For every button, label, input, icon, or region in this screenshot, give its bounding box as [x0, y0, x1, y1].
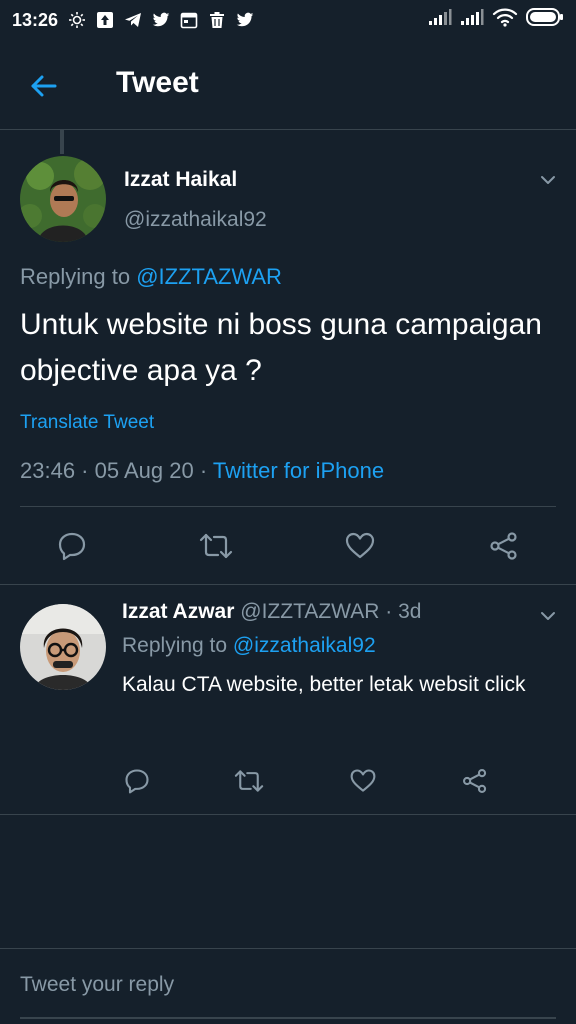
author-name[interactable]: Izzat Haikal: [124, 168, 237, 192]
retweet-button[interactable]: [232, 764, 266, 798]
author-handle[interactable]: @izzathaikal92: [124, 208, 267, 232]
tweet-date: 05 Aug 20: [94, 458, 194, 483]
back-button[interactable]: [26, 68, 62, 104]
replying-to: Replying to @izzathaikal92: [122, 634, 376, 658]
tweet-time: 23:46: [20, 458, 76, 483]
thread-line: [60, 130, 64, 154]
tweet-menu-button[interactable]: [536, 168, 560, 192]
arrow-left-icon: [31, 75, 57, 97]
status-left: 13:26: [12, 10, 254, 31]
reply-icon: [125, 769, 149, 794]
upload-icon: [96, 11, 114, 29]
page-title: Tweet: [116, 66, 199, 99]
reply-icon: [58, 532, 86, 561]
divider: [0, 584, 576, 585]
reply-age: 3d: [398, 600, 422, 623]
reply-text: Kalau CTA website, better letak websit c…: [122, 673, 526, 696]
meta-separator: ·: [193, 458, 213, 483]
replying-to-link[interactable]: @izzathaikal92: [233, 634, 376, 657]
share-button[interactable]: [458, 764, 492, 798]
status-time: 13:26: [12, 9, 59, 30]
reply-button[interactable]: [54, 528, 90, 564]
reply-header: Izzat Azwar @IZZTAZWAR · 3d: [122, 600, 421, 624]
chevron-down-icon: [541, 612, 555, 620]
signal-icon: [460, 8, 484, 32]
tweet-actions: [0, 522, 576, 572]
chevron-down-icon: [541, 176, 555, 184]
share-button[interactable]: [486, 528, 522, 564]
like-button[interactable]: [342, 528, 378, 564]
wifi-icon: [492, 7, 518, 33]
tweet-text: Untuk website ni boss guna campaigan obj…: [20, 308, 542, 387]
telegram-icon: [124, 11, 142, 29]
retweet-icon: [199, 533, 233, 559]
retweet-button[interactable]: [198, 528, 234, 564]
reply-button[interactable]: [120, 764, 154, 798]
reply-composer: Tweet your reply: [0, 948, 576, 1024]
header: Tweet: [0, 40, 576, 130]
share-icon: [463, 769, 487, 793]
divider: [0, 814, 576, 815]
replying-prefix: Replying to: [20, 264, 137, 289]
heart-icon: [345, 532, 375, 559]
replying-to-link[interactable]: @IZZTAZWAR: [136, 264, 282, 289]
tweet-meta: 23:46 · 05 Aug 20 · Twitter for iPhone: [20, 458, 384, 484]
input-underline: [20, 1017, 556, 1019]
reply-input[interactable]: Tweet your reply: [20, 973, 174, 997]
tweet-menu-button[interactable]: [536, 604, 560, 628]
tweet-source-link[interactable]: Twitter for iPhone: [213, 458, 384, 483]
status-right: [428, 7, 564, 33]
twitter-icon: [152, 11, 170, 29]
calendar-icon: [180, 11, 198, 29]
replying-to: Replying to @IZZTAZWAR: [20, 264, 282, 290]
translate-tweet-link[interactable]: Translate Tweet: [20, 412, 154, 434]
avatar[interactable]: [20, 156, 106, 242]
trash-icon: [208, 11, 226, 29]
avatar[interactable]: [20, 604, 106, 690]
signal-icon: [428, 8, 452, 32]
battery-icon: [526, 7, 564, 33]
twitter-icon: [236, 11, 254, 29]
heart-icon: [350, 769, 376, 792]
meta-separator: ·: [379, 600, 399, 623]
reply-author-name[interactable]: Izzat Azwar: [122, 600, 234, 623]
meta-separator: ·: [75, 458, 95, 483]
brightness-icon: [68, 11, 86, 29]
share-icon: [490, 532, 517, 560]
status-bar: 13:26: [0, 0, 576, 40]
replying-prefix: Replying to: [122, 634, 233, 657]
like-button[interactable]: [346, 764, 380, 798]
reply-author-handle[interactable]: @IZZTAZWAR: [240, 600, 379, 623]
divider: [20, 506, 556, 507]
retweet-icon: [234, 770, 264, 792]
